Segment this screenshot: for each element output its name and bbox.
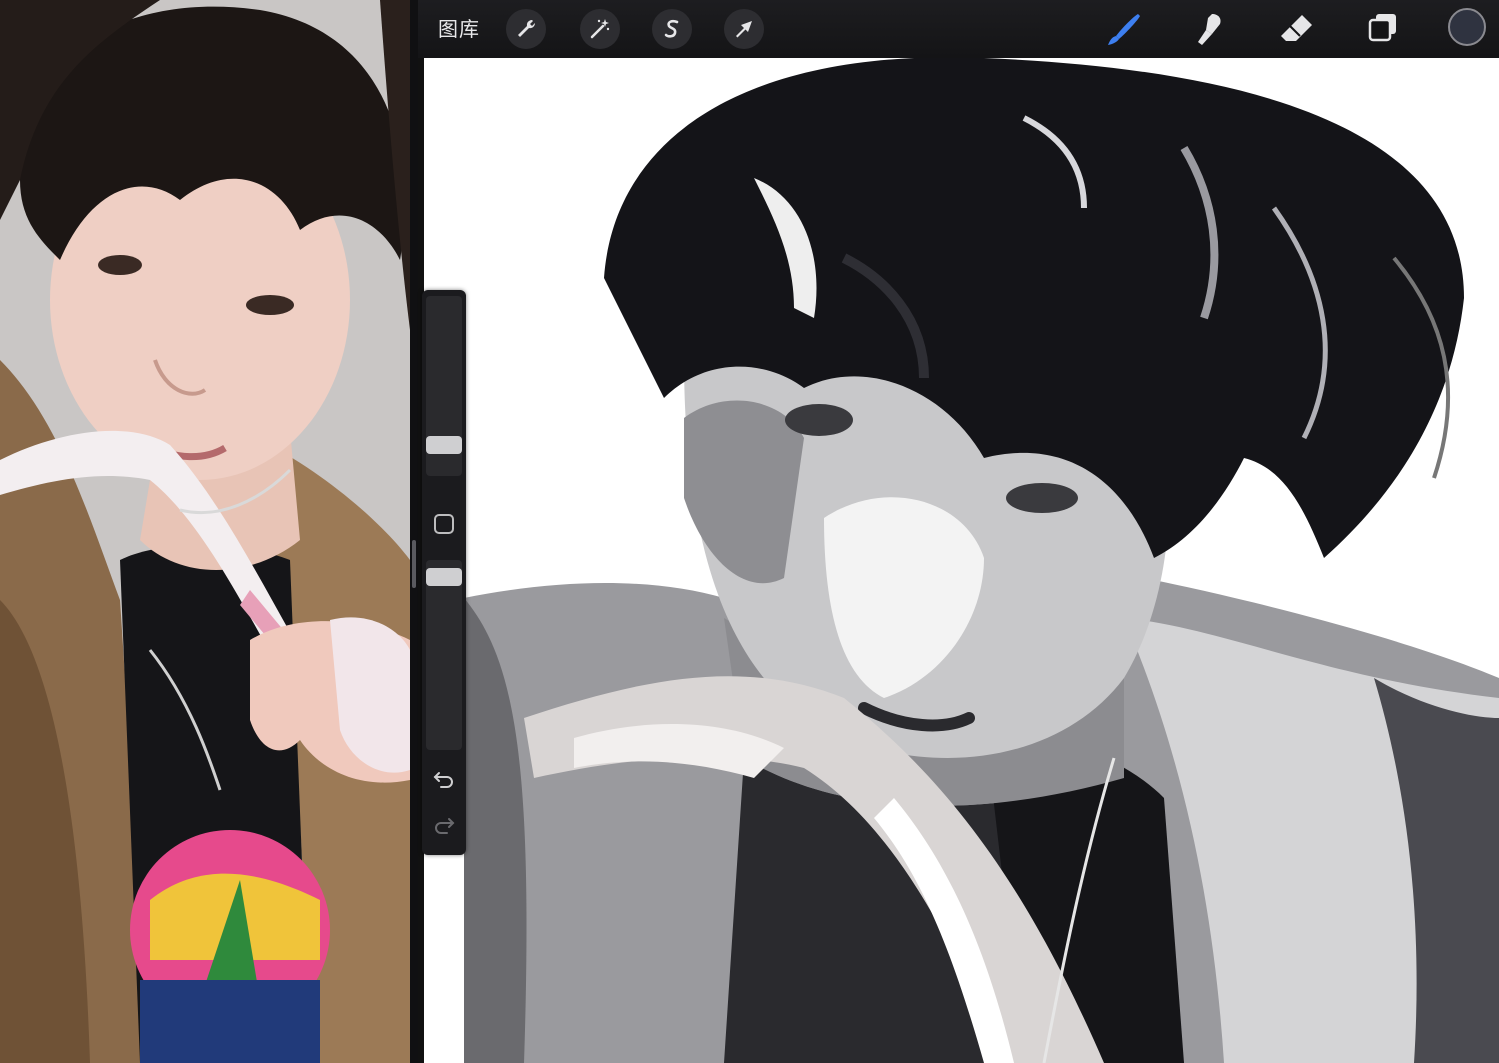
brush-size-slider[interactable] — [426, 296, 462, 476]
redo-icon — [435, 818, 455, 834]
top-toolbar: 图库 — [418, 0, 1499, 58]
brush-sidebar — [422, 290, 466, 855]
reference-photo — [0, 0, 410, 1063]
eraser-tool-button[interactable] — [1276, 10, 1316, 48]
gallery-button[interactable]: 图库 — [438, 14, 480, 44]
transform-button[interactable] — [724, 9, 764, 49]
selection-button[interactable] — [652, 9, 692, 49]
drawing-canvas[interactable] — [424, 58, 1499, 1063]
smudge-tool-button[interactable] — [1190, 10, 1230, 48]
undo-icon — [433, 772, 453, 788]
arrow-cursor-icon — [736, 21, 752, 38]
modify-square-button[interactable] — [434, 514, 454, 534]
brush-size-thumb[interactable] — [426, 436, 462, 454]
adjustments-button[interactable] — [580, 9, 620, 49]
opacity-thumb[interactable] — [426, 568, 462, 586]
undo-button[interactable] — [430, 766, 458, 794]
split-view-handle[interactable] — [412, 540, 416, 588]
brush-tool-button[interactable] — [1104, 10, 1144, 48]
eraser-icon — [1281, 15, 1312, 41]
actions-button[interactable] — [506, 9, 546, 49]
redo-button[interactable] — [430, 812, 458, 840]
wrench-icon — [518, 19, 536, 37]
layers-button[interactable] — [1362, 10, 1402, 48]
color-picker-button[interactable] — [1448, 8, 1486, 46]
selection-s-icon — [664, 19, 679, 38]
brush-icon — [1108, 14, 1140, 45]
opacity-slider[interactable] — [426, 560, 462, 750]
procreate-app: 图库 — [418, 0, 1499, 1063]
smudge-icon — [1198, 14, 1221, 45]
reference-photo-pane — [0, 0, 410, 1063]
layers-icon — [1368, 14, 1396, 42]
canvas-artwork — [424, 58, 1499, 1063]
magic-wand-icon — [590, 19, 610, 39]
